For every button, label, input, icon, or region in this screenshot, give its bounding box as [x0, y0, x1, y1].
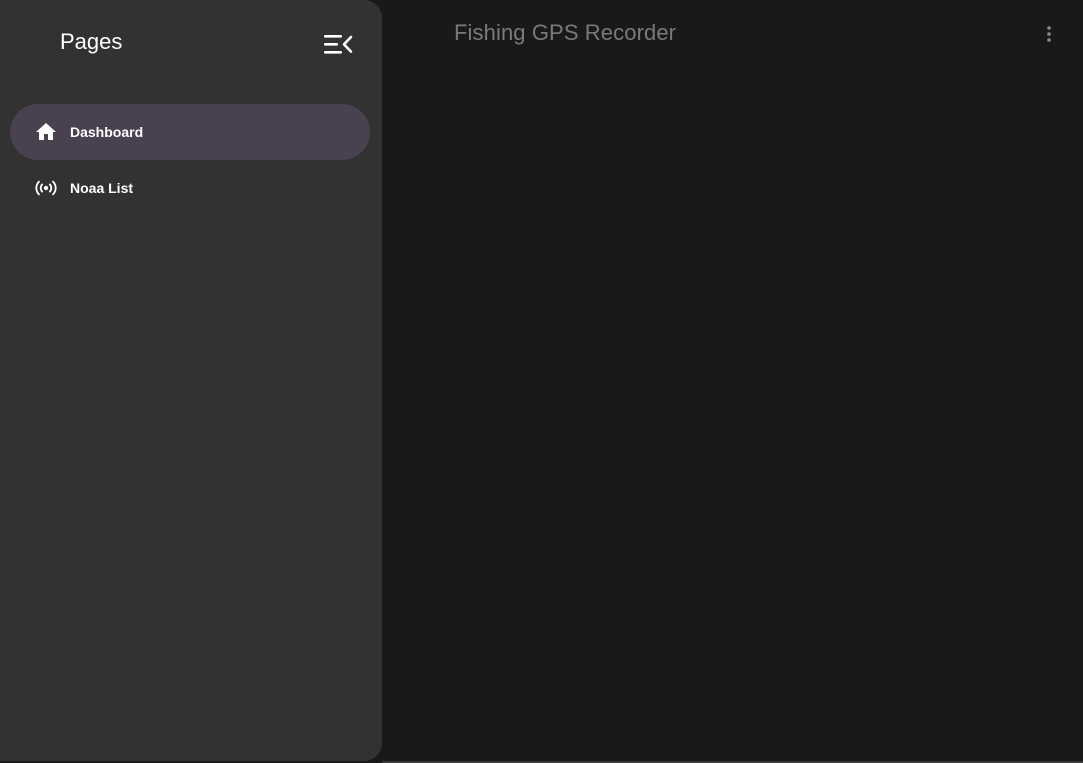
more-vert-icon [1047, 26, 1051, 42]
app-window: Fishing GPS Recorder Pages Dashboard Noa… [0, 0, 1083, 763]
nav-item-noaa-list[interactable]: Noaa List [10, 160, 370, 216]
nav-item-label: Dashboard [70, 124, 144, 140]
menu-open-icon [324, 35, 353, 54]
nav-item-label: Noaa List [70, 180, 134, 196]
broadcast-icon [35, 180, 57, 196]
app-bar: Fishing GPS Recorder [382, 0, 1083, 68]
nav-list: Dashboard Noaa List [10, 104, 370, 216]
navigation-drawer: Pages Dashboard Noaa List [0, 0, 382, 761]
app-title: Fishing GPS Recorder [454, 20, 677, 45]
close-drawer-button[interactable] [322, 31, 354, 59]
home-icon [36, 123, 56, 140]
more-options-button[interactable] [1037, 22, 1061, 46]
drawer-title: Pages [60, 29, 123, 54]
nav-item-dashboard[interactable]: Dashboard [10, 104, 370, 160]
